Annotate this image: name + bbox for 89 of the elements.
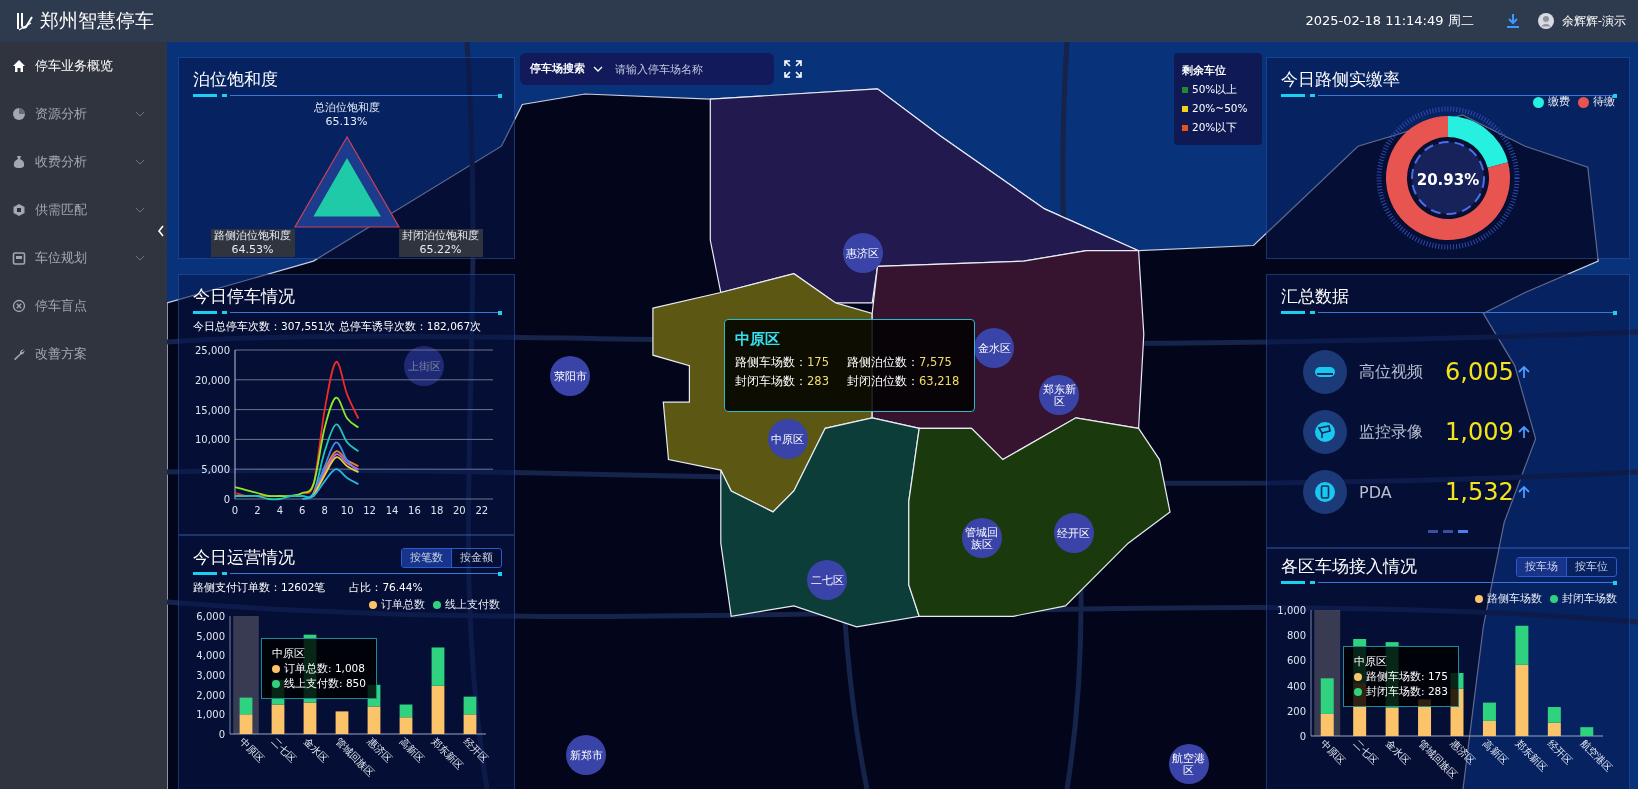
y-tick-label: 2,000 [196,689,225,701]
x-category-label: 二七区 [269,735,299,765]
x-tick-label: 16 [408,505,421,516]
x-tick-label: 22 [475,505,489,516]
tooltip-label: 路侧泊位数： [847,355,919,369]
tooltip-title: 中原区 [1354,654,1388,669]
stat-label: 高位视频 [1359,361,1424,383]
tooltip-text: 订单总数: 1,008 [284,661,365,676]
rate-percentage: 20.93% [1416,171,1480,189]
tooltip-value: 175 [807,355,829,369]
panel-title: 今日运营情况 [192,546,295,568]
y-tick-label: 5,000 [201,464,230,476]
ratio-text: 占比：76.44% [348,581,423,595]
radar-value: 65.13% [325,115,368,129]
y-tick-label: 400 [1286,680,1306,692]
tooltip-title: 中原区 [735,330,781,349]
y-tick-label: 600 [1286,655,1306,667]
legend-label: 路侧车场数 [1487,592,1542,606]
panel-title: 泊位饱和度 [192,68,278,90]
y-tick-label: 4,000 [196,650,225,662]
date-time: 2025-02-18 11:14:49 周二 [1305,12,1474,30]
tooltip-text: 封闭车场数: 283 [1366,684,1448,699]
panel-title: 汇总数据 [1280,285,1349,307]
x-category-label: 高新区 [1481,737,1510,767]
tooltip-value: 63,218 [919,374,960,388]
stat-label: 监控录像 [1359,421,1424,443]
legend-label: 50%以上 [1192,82,1238,97]
stat-label: PDA [1359,482,1393,502]
x-tick-label: 6 [299,505,306,516]
x-category-label: 二七区 [1351,737,1381,767]
y-tick-label: 1,000 [196,709,225,721]
legend-label: 20%~50% [1192,101,1248,116]
legend-label: 20%以下 [1192,120,1238,135]
y-tick-label: 1,000 [1277,605,1306,616]
x-tick-label: 0 [231,505,239,516]
y-tick-label: 3,000 [196,670,225,681]
y-tick-label: 15,000 [195,404,230,416]
y-tick-label: 200 [1286,705,1306,717]
x-tick-label: 20 [453,505,466,516]
panel-title: 各区车场接入情况 [1280,555,1417,577]
x-category-label: 高新区 [397,735,427,765]
legend-label: 订单总数 [381,598,425,612]
stat-value: 1,009 [1445,418,1515,446]
x-tick-label: 8 [321,505,328,516]
y-tick-label: 0 [223,494,230,505]
legend-title: 剩余车位 [1182,63,1227,78]
y-tick-label: 25,000 [195,345,230,356]
tooltip-title: 中原区 [272,646,306,661]
tooltip-label: 路侧车场数： [735,355,807,369]
legend-label: 缴费 [1548,95,1570,109]
radar-value: 64.53% [231,243,274,257]
legend-label: 封闭车场数 [1562,592,1617,606]
x-category-label: 金水区 [1383,737,1413,767]
y-tick-label: 20,000 [195,374,230,386]
legend-label: 线上支付数 [445,598,500,612]
x-category-label: 航空港区 [1578,737,1615,774]
x-tick-label: 14 [385,505,399,516]
y-tick-label: 5,000 [196,630,225,642]
y-tick-label: 10,000 [195,434,230,446]
legend-label: 待缴 [1593,95,1615,109]
app-title: 郑州智慧停车 [40,8,154,33]
x-tick-label: 2 [254,505,261,516]
radar-value: 65.22% [419,243,462,257]
x-category-label: 中原区 [1318,737,1348,767]
x-tick-label: 4 [276,505,284,516]
tooltip-text: 线上支付数: 850 [284,676,366,691]
summary-text: 今日总停车次数：307,551次 总停车诱导次数：182,067次 [192,320,483,334]
tooltip-label: 封闭泊位数： [847,374,919,388]
x-tick-label: 18 [430,505,444,516]
x-category-label: 金水区 [301,735,331,765]
stat-value: 1,532 [1445,478,1515,506]
tooltip-value: 7,575 [919,355,952,369]
radar-label: 路侧泊位饱和度 [214,229,291,243]
y-tick-label: 800 [1286,630,1306,642]
panel-title: 今日停车情况 [192,285,295,307]
tooltip-label: 封闭车场数： [735,374,807,388]
x-category-label: 中原区 [237,735,267,765]
x-tick-label: 12 [363,505,376,516]
panel-title: 今日路侧实缴率 [1280,68,1400,90]
radar-label: 总泊位饱和度 [313,101,380,115]
summary-text: 路侧支付订单数：12602笔 [192,581,326,595]
y-tick-label: 0 [1299,731,1306,742]
y-tick-label: 6,000 [196,611,225,622]
y-tick-label: 0 [218,729,225,740]
tooltip-text: 路侧车场数: 175 [1366,669,1448,684]
stat-value: 6,005 [1445,358,1515,386]
radar-label: 封闭泊位饱和度 [402,229,479,243]
tooltip-value: 283 [807,374,829,388]
x-tick-label: 10 [340,505,354,516]
